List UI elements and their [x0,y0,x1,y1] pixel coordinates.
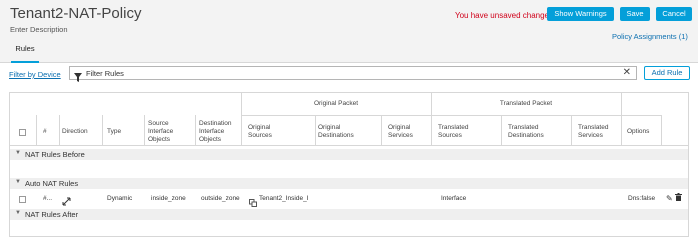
policy-header: Tenant2-NAT-Policy Enter Description You… [0,0,698,63]
col-original-destinations: Original Destinations [318,124,354,139]
row-original-sources: Tenant2_Inside_I [259,195,309,202]
col-translated-sources: Translated Sources [438,124,469,139]
select-all-checkbox[interactable] [19,129,26,136]
policy-description[interactable]: Enter Description [10,25,68,34]
page-title: Tenant2-NAT-Policy [10,5,142,22]
col-options: Options [627,128,650,135]
chevron-down-icon[interactable]: ▼ [15,179,21,185]
translated-packet-header: Translated Packet [499,100,553,107]
cancel-button[interactable]: Cancel [656,7,692,21]
section-nat-rules-after[interactable]: ▼ NAT Rules After [10,209,688,220]
row-options: Dns:false [628,195,656,202]
tab-rules[interactable]: Rules [11,42,39,63]
original-packet-header: Original Packet [313,100,359,107]
row-checkbox[interactable] [19,196,26,203]
chevron-down-icon[interactable]: ▼ [15,150,21,156]
save-button[interactable]: Save [620,7,650,21]
row-destination-interface: outside_zone [201,195,240,202]
col-direction: Direction [62,128,88,135]
unsaved-changes-text: You have unsaved changes [455,11,554,20]
row-number: #... [43,195,53,202]
filter-icon [74,69,82,87]
filter-by-device-link[interactable]: Filter by Device [9,70,61,79]
nat-rules-table: Original Packet Translated Packet # Dire… [9,92,689,237]
section-auto-nat-rules[interactable]: ▼ Auto NAT Rules [10,178,688,189]
close-icon[interactable]: ✕ [623,68,631,78]
col-type: Type [107,128,122,135]
row-source-interface: inside_zone [151,195,186,202]
col-translated-destinations: Translated Destinations [508,124,544,139]
policy-assignments-link[interactable]: Policy Assignments (1) [612,32,688,41]
row-translated-sources: Interface [441,195,467,202]
col-source-interface: Source Interface Objects [148,120,174,143]
col-original-sources: Original Sources [248,124,272,139]
filter-rules-text: Filter Rules [86,69,124,78]
filter-rules-input[interactable]: Filter Rules ✕ [69,66,637,82]
add-rule-button[interactable]: Add Rule [644,66,690,80]
section-nat-rules-before[interactable]: ▼ NAT Rules Before [10,149,688,160]
col-number: # [43,128,47,135]
row-type: Dynamic [107,195,133,202]
col-destination-interface: Destination Interface Objects [199,120,232,143]
trash-icon[interactable] [674,193,682,203]
chevron-down-icon[interactable]: ▼ [15,210,21,216]
col-original-services: Original Services [388,124,413,139]
pencil-icon[interactable]: ✎ [666,194,673,203]
col-translated-services: Translated Services [578,124,609,139]
show-warnings-button[interactable]: Show Warnings [547,7,614,21]
